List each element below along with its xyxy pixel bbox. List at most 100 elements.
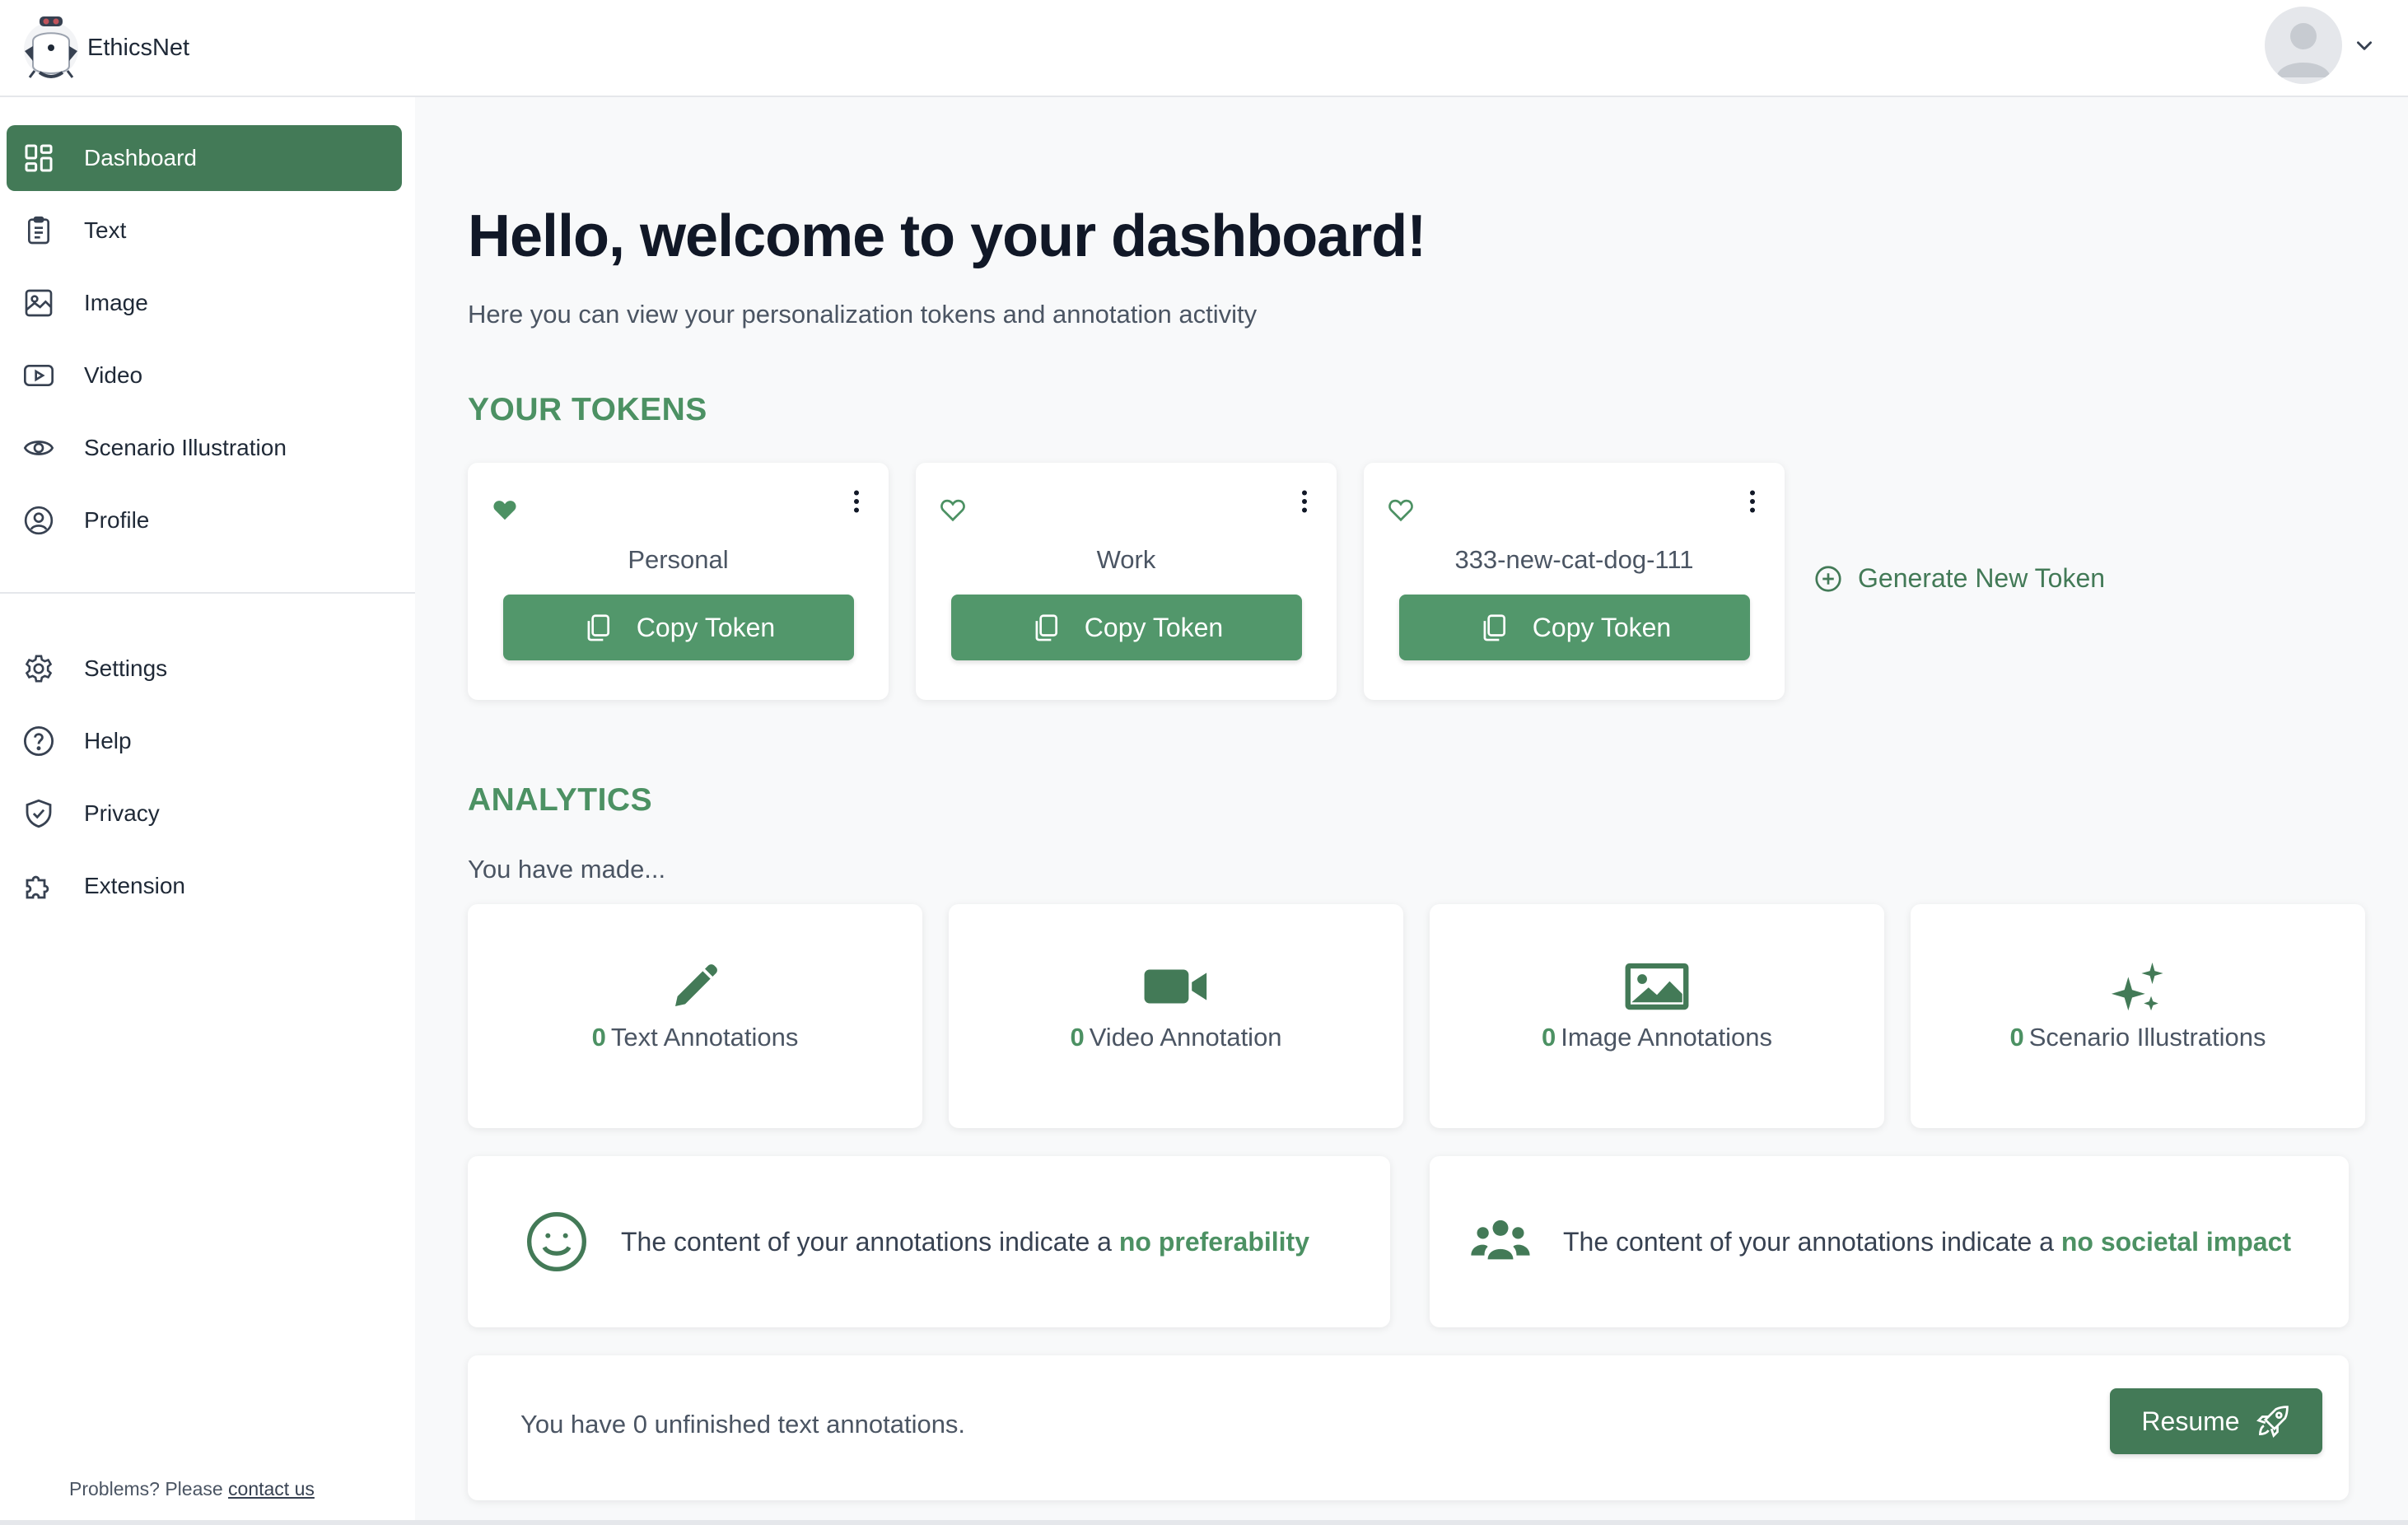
brand[interactable]: EthicsNet xyxy=(21,10,189,86)
sidebar-main-nav: Dashboard Text Image Video Scenario Illu… xyxy=(7,125,402,560)
stat-count: 0 xyxy=(1070,1023,1085,1052)
sidebar-secondary-nav: Settings Help Privacy Extension xyxy=(7,636,402,926)
avatar[interactable] xyxy=(2265,7,2342,84)
sidebar-item-label: Help xyxy=(84,728,132,753)
copy-token-label: Copy Token xyxy=(1532,612,1672,642)
resume-button[interactable]: Resume xyxy=(2110,1388,2322,1454)
unfinished-text: You have 0 unfinished text annotations. xyxy=(520,1410,966,1439)
sidebar-item-scenario-illustration[interactable]: Scenario Illustration xyxy=(7,415,402,481)
clipboard-list-icon xyxy=(20,212,58,250)
token-name: Personal xyxy=(628,545,729,574)
insight-text: The content of your annotations indicate… xyxy=(1563,1226,2054,1257)
sidebar-item-label: Image xyxy=(84,290,148,315)
sidebar-item-help[interactable]: Help xyxy=(7,708,402,774)
sidebar-item-extension[interactable]: Extension xyxy=(7,853,402,919)
eye-icon xyxy=(20,429,58,467)
top-bar: EthicsNet xyxy=(0,0,2408,97)
analytics-heading: ANALYTICS xyxy=(468,782,653,818)
copy-icon xyxy=(1483,614,1505,641)
tokens-heading: YOUR TOKENS xyxy=(468,392,707,427)
token-card: Work Copy Token xyxy=(916,463,1337,700)
sidebar-item-profile[interactable]: Profile xyxy=(7,487,402,553)
sidebar-item-label: Extension xyxy=(84,873,185,898)
stat-card-scenario-illustrations: 0 Scenario Illustrations xyxy=(1911,904,2365,1128)
copy-icon xyxy=(587,614,609,641)
token-card: Personal Copy Token xyxy=(468,463,889,700)
video-camera-icon xyxy=(1144,969,1207,1004)
rocket-icon xyxy=(2256,1406,2289,1438)
unfinished-annotations-card: You have 0 unfinished text annotations. … xyxy=(468,1355,2349,1500)
heart-outline-icon[interactable] xyxy=(939,497,967,522)
insight-card-preferability: The content of your annotations indicate… xyxy=(468,1156,1390,1327)
bottom-strip xyxy=(0,1520,2408,1525)
stat-label: Scenario Illustrations xyxy=(2028,1023,2266,1052)
sidebar-item-settings[interactable]: Settings xyxy=(7,636,402,702)
sidebar-item-privacy[interactable]: Privacy xyxy=(7,781,402,846)
user-circle-icon xyxy=(20,501,58,539)
smiley-icon xyxy=(527,1212,586,1271)
question-circle-icon xyxy=(20,722,58,760)
sidebar-item-video[interactable]: Video xyxy=(7,343,402,408)
image-icon xyxy=(20,284,58,322)
robot-logo-icon xyxy=(24,16,78,78)
dashboard-grid-icon xyxy=(20,139,58,177)
chevron-down-icon[interactable] xyxy=(2354,35,2375,56)
stat-count: 0 xyxy=(591,1023,606,1052)
plus-circle-icon xyxy=(1815,565,1841,592)
main-content: Hello, welcome to your dashboard! Here y… xyxy=(468,97,2365,1525)
page-subtitle: Here you can view your personalization t… xyxy=(468,300,1258,329)
contact-us-link[interactable]: contact us xyxy=(228,1478,315,1499)
gear-icon xyxy=(20,650,58,688)
sidebar-divider xyxy=(0,592,415,594)
resume-label: Resume xyxy=(2141,1406,2240,1436)
shield-check-icon xyxy=(20,795,58,832)
copy-token-button[interactable]: Copy Token xyxy=(951,595,1302,660)
stat-label: Video Annotation xyxy=(1089,1023,1282,1052)
token-name: Work xyxy=(1096,545,1156,574)
copy-token-label: Copy Token xyxy=(1084,612,1224,642)
sidebar-item-image[interactable]: Image xyxy=(7,270,402,336)
stat-card-image-annotations: 0 Image Annotations xyxy=(1430,904,1884,1128)
stat-label: Image Annotations xyxy=(1561,1023,1773,1052)
video-play-icon xyxy=(20,357,58,394)
sparkles-icon xyxy=(2111,962,2163,1011)
sidebar-item-label: Profile xyxy=(84,507,150,533)
sidebar: Dashboard Text Image Video Scenario Illu… xyxy=(0,97,415,1525)
stat-label: Text Annotations xyxy=(610,1023,799,1052)
puzzle-icon xyxy=(20,867,58,905)
sidebar-item-label: Text xyxy=(84,217,127,243)
sidebar-footer: Problems? Please contact us xyxy=(69,1478,315,1500)
app-name: EthicsNet xyxy=(87,34,190,61)
heart-outline-icon[interactable] xyxy=(1387,497,1415,522)
token-card: 333-new-cat-dog-111 Copy Token xyxy=(1364,463,1785,700)
copy-token-button[interactable]: Copy Token xyxy=(1399,595,1750,660)
token-name: 333-new-cat-dog-111 xyxy=(1454,545,1694,574)
kebab-menu-icon[interactable] xyxy=(1300,489,1309,514)
user-menu[interactable] xyxy=(2265,7,2375,84)
insight-text: The content of your annotations indicate… xyxy=(621,1226,1112,1257)
page-title: Hello, welcome to your dashboard! xyxy=(468,203,1426,269)
sidebar-item-label: Dashboard xyxy=(84,145,197,170)
heart-filled-icon[interactable] xyxy=(491,497,519,522)
copy-icon xyxy=(1035,614,1057,641)
analytics-intro: You have made... xyxy=(468,855,666,884)
kebab-menu-icon[interactable] xyxy=(852,489,861,514)
footer-text: Problems? Please xyxy=(69,1478,223,1499)
insight-highlight: no preferability xyxy=(1118,1226,1309,1257)
stat-count: 0 xyxy=(2009,1023,2024,1052)
stat-card-video-annotation: 0 Video Annotation xyxy=(949,904,1403,1128)
copy-token-label: Copy Token xyxy=(636,612,776,642)
pencil-icon xyxy=(675,964,717,1006)
kebab-menu-icon[interactable] xyxy=(1748,489,1757,514)
user-silhouette-icon xyxy=(2276,23,2331,77)
photo-icon xyxy=(1625,963,1689,1010)
sidebar-item-dashboard[interactable]: Dashboard xyxy=(7,125,402,191)
copy-token-button[interactable]: Copy Token xyxy=(503,595,854,660)
stat-card-text-annotations: 0 Text Annotations xyxy=(468,904,922,1128)
insight-card-societal-impact: The content of your annotations indicate… xyxy=(1430,1156,2349,1327)
sidebar-item-text[interactable]: Text xyxy=(7,198,402,263)
generate-token-button[interactable]: Generate New Token xyxy=(1813,563,2105,594)
generate-token-label: Generate New Token xyxy=(1858,563,2106,593)
stat-count: 0 xyxy=(1541,1023,1556,1052)
sidebar-item-label: Privacy xyxy=(84,800,160,826)
